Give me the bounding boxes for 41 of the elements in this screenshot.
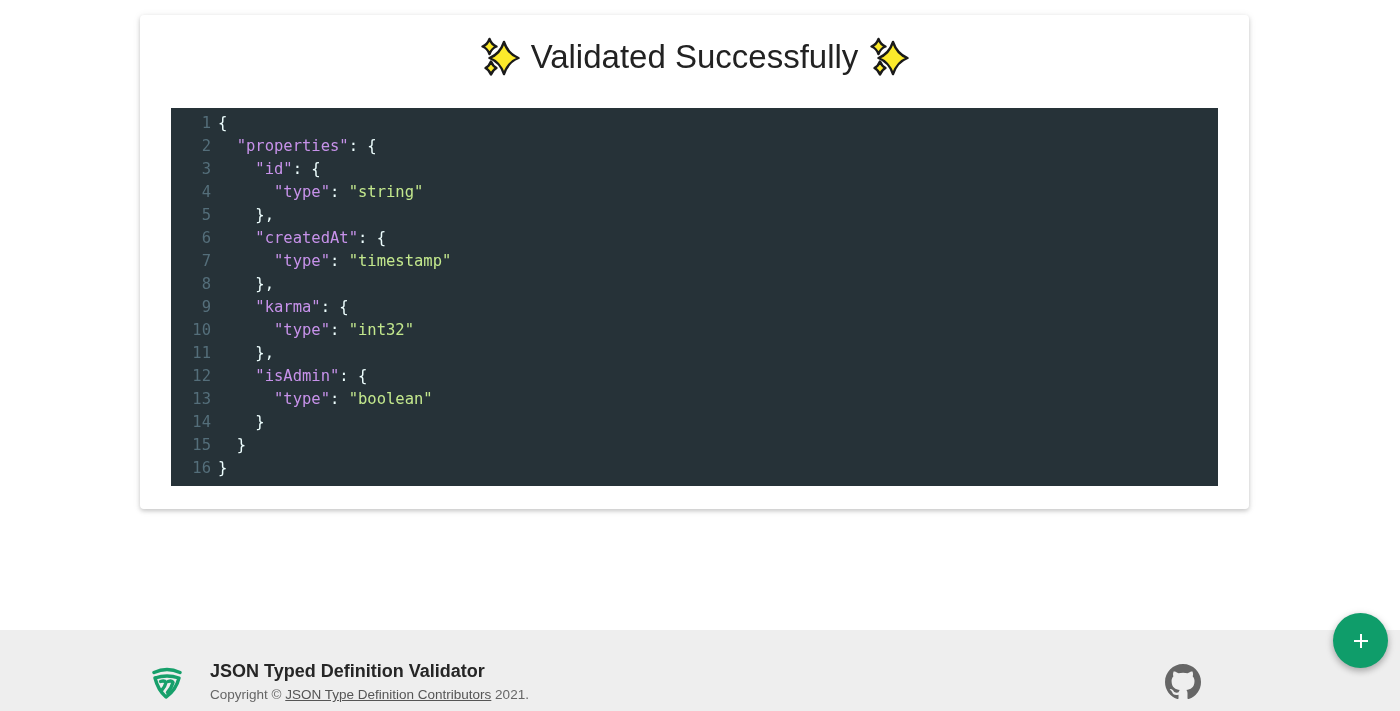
code-line: }, — [255, 343, 274, 364]
code-line: { — [218, 113, 228, 134]
line-number: 3 — [201, 159, 211, 180]
line-number: 15 — [192, 435, 211, 456]
code-line: } — [236, 435, 246, 456]
line-number: 10 — [192, 320, 211, 341]
line-number: 4 — [201, 182, 211, 203]
result-title: Validated Successfully — [530, 37, 859, 77]
line-number: 5 — [201, 205, 211, 226]
copyright-text: Copyright © JSON Type Definition Contributors 2021. — [210, 686, 529, 704]
code-line: "type": "string" — [274, 182, 424, 203]
code-line: } — [255, 412, 265, 433]
code-line: "karma": { — [255, 297, 349, 318]
code-line: "type": "timestamp" — [274, 251, 452, 272]
line-number: 14 — [192, 412, 211, 433]
line-number: 9 — [201, 297, 211, 318]
code-line: "type": "boolean" — [274, 389, 433, 410]
contributors-link[interactable]: JSON Type Definition Contributors — [285, 687, 492, 702]
line-number: 6 — [201, 228, 211, 249]
plus-icon — [1352, 632, 1369, 649]
line-number: 12 — [192, 366, 211, 387]
sparkle-icon — [869, 37, 910, 77]
github-icon[interactable] — [1165, 664, 1201, 700]
line-number: 13 — [192, 389, 211, 410]
line-number: 11 — [192, 343, 211, 364]
code-line: "properties": { — [236, 136, 377, 157]
line-number: 16 — [192, 458, 211, 479]
line-number: 1 — [201, 113, 211, 134]
code-line: }, — [255, 274, 274, 295]
code-line: "type": "int32" — [274, 320, 414, 341]
code-line: "isAdmin": { — [255, 366, 368, 387]
footer-title: JSON Typed Definition Validator — [210, 660, 485, 682]
code-line: "createdAt": { — [255, 228, 386, 249]
code-line: }, — [255, 205, 274, 226]
code-line: "id": { — [255, 159, 321, 180]
code-line: } — [218, 458, 228, 479]
line-number: 7 — [201, 251, 211, 272]
sparkle-icon — [479, 37, 520, 77]
line-number: 2 — [201, 136, 211, 157]
shield-icon — [152, 665, 182, 699]
line-number: 8 — [201, 274, 211, 295]
